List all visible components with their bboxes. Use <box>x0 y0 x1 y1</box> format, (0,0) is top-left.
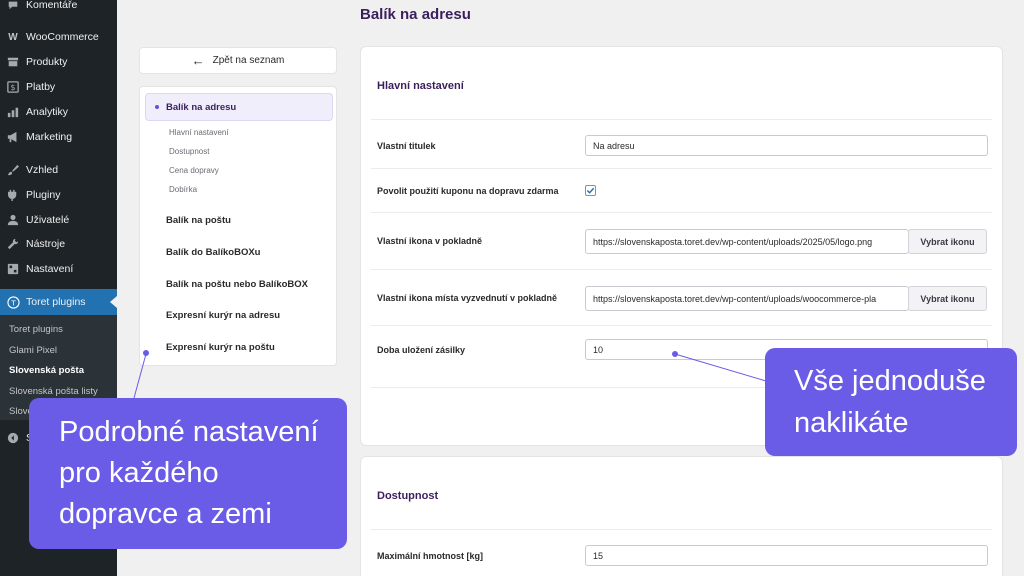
nav-item-balikobox[interactable]: Balík do BalíkoBOXu <box>166 247 261 258</box>
max-weight-input[interactable]: 15 <box>585 545 988 566</box>
divider <box>371 168 992 169</box>
svg-text:T: T <box>10 298 16 307</box>
free-shipping-coupon-checkbox[interactable] <box>585 185 596 196</box>
comment-icon <box>6 0 20 12</box>
settings-icon <box>6 262 20 276</box>
main-settings-title: Hlavní nastavení <box>377 80 464 92</box>
menu-item-payments[interactable]: $ Platby <box>0 76 117 98</box>
nav-subitem-cod[interactable]: Dobírka <box>169 185 197 194</box>
submenu-glami-pixel[interactable]: Glami Pixel <box>0 340 117 360</box>
back-to-list-button[interactable]: ← Zpět na seznam <box>139 47 337 74</box>
divider <box>371 212 992 213</box>
storage-period-label: Doba uložení zásilky <box>377 345 466 355</box>
arrow-left-icon: ← <box>191 53 205 68</box>
submenu-slovenska-posta[interactable]: Slovenská pošta <box>0 360 117 380</box>
menu-item-marketing[interactable]: Marketing <box>0 126 117 148</box>
checkout-icon-label: Vlastní ikona v pokladně <box>377 236 483 246</box>
bar-chart-icon <box>6 105 20 119</box>
callout-right-line-2: naklikáte <box>794 407 909 439</box>
choose-checkout-icon-button[interactable]: Vybrat ikonu <box>908 229 987 254</box>
callout-left-line-1: Podrobné nastavení <box>59 416 319 448</box>
archive-icon <box>6 55 20 69</box>
menu-item-tools[interactable]: Nástroje <box>0 233 117 255</box>
availability-card: Dostupnost Maximální hmotnost [kg] 15 <box>360 456 1003 576</box>
submenu-toret-plugins[interactable]: Toret plugins <box>0 319 117 339</box>
menu-item-analytics[interactable]: Analytiky <box>0 101 117 123</box>
divider <box>371 325 992 326</box>
availability-title: Dostupnost <box>377 490 439 502</box>
nav-item-postu-nebo-balikobox[interactable]: Balík na poštu nebo BalíkoBOX <box>166 279 308 290</box>
back-to-list-label: Zpět na seznam <box>212 55 285 66</box>
megaphone-icon <box>6 130 20 144</box>
free-shipping-coupon-label: Povolit použití kuponu na dopravu zdarma <box>377 186 559 196</box>
callout-left-line-3: dopravce a zemi <box>59 498 272 530</box>
dollar-icon: $ <box>6 80 20 94</box>
callout-detailed-settings: Podrobné nastavení pro každého dopravce … <box>29 398 347 549</box>
nav-subitem-main-settings[interactable]: Hlavní nastavení <box>169 128 229 137</box>
page-title: Balík na adresu <box>360 6 471 23</box>
max-weight-label: Maximální hmotnost [kg] <box>377 551 484 561</box>
paintbrush-icon <box>6 163 20 177</box>
callout-right-line-1: Vše jednoduše <box>794 365 986 397</box>
menu-item-settings[interactable]: Nastavení <box>0 258 117 280</box>
menu-item-toret-plugins[interactable]: T Toret plugins <box>0 289 117 315</box>
checkmark-icon <box>586 187 595 194</box>
nav-subitem-availability[interactable]: Dostupnost <box>169 147 209 156</box>
woocommerce-icon: W <box>8 31 18 43</box>
divider <box>371 119 992 120</box>
bullet-icon <box>155 105 159 109</box>
user-icon <box>6 213 20 227</box>
pickup-icon-input[interactable]: https://slovenskaposta.toret.dev/wp-cont… <box>585 286 909 311</box>
nav-item-active[interactable]: Balík na adresu <box>145 93 333 121</box>
custom-title-label: Vlastní titulek <box>377 141 436 151</box>
divider <box>371 269 992 270</box>
plugin-icon <box>6 188 20 202</box>
callout-easy-setup: Vše jednoduše naklikáte <box>765 348 1017 456</box>
menu-item-woocommerce[interactable]: W WooCommerce <box>0 26 117 48</box>
svg-text:$: $ <box>11 83 16 92</box>
toret-logo-icon: T <box>6 295 20 309</box>
nav-item-express-post[interactable]: Expresní kurýr na poštu <box>166 342 275 353</box>
menu-item-users[interactable]: Uživatelé <box>0 209 117 231</box>
divider <box>371 529 992 530</box>
menu-item-appearance[interactable]: Vzhled <box>0 159 117 181</box>
menu-item-products[interactable]: Produkty <box>0 51 117 73</box>
menu-item-plugins[interactable]: Pluginy <box>0 184 117 206</box>
collapse-icon <box>6 431 20 445</box>
custom-title-input[interactable]: Na adresu <box>585 135 988 156</box>
nav-item-active-label: Balík na adresu <box>166 101 237 113</box>
checkout-icon-input[interactable]: https://slovenskaposta.toret.dev/wp-cont… <box>585 229 909 254</box>
pickup-icon-label: Vlastní ikona místa vyzvednutí v pokladn… <box>377 293 558 303</box>
choose-pickup-icon-button[interactable]: Vybrat ikonu <box>908 286 987 311</box>
carrier-nav-panel: Balík na adresu Hlavní nastavení Dostupn… <box>139 86 337 366</box>
wrench-icon <box>6 237 20 251</box>
nav-item-express-address[interactable]: Expresní kurýr na adresu <box>166 310 280 321</box>
nav-item-balik-na-postu[interactable]: Balík na poštu <box>166 215 231 226</box>
menu-item-comments[interactable]: Komentáře <box>0 0 117 16</box>
callout-left-line-2: pro každého <box>59 457 219 489</box>
nav-subitem-shipping-price[interactable]: Cena dopravy <box>169 166 219 175</box>
